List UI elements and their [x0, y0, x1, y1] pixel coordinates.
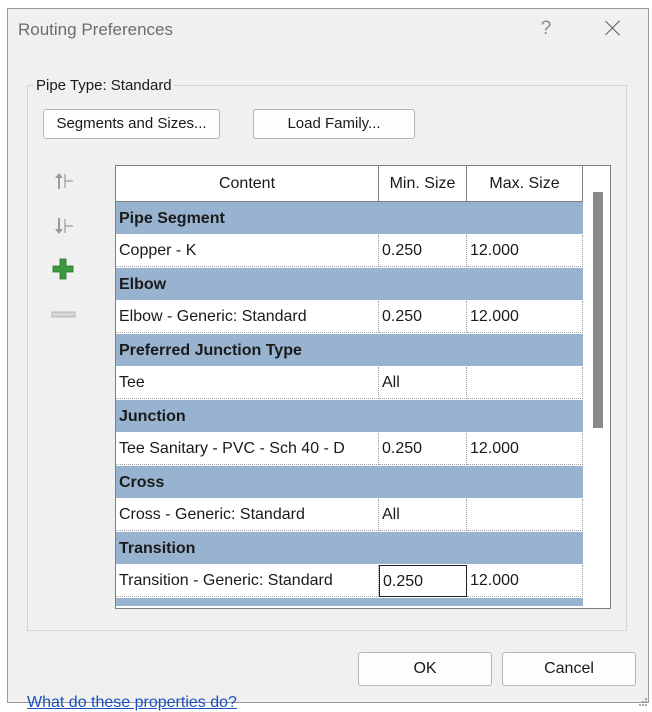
min-size-cell[interactable]: 0.250 [379, 301, 467, 333]
help-link[interactable]: What do these properties do? [27, 694, 237, 712]
min-size-cell-editing[interactable]: 0.250 [379, 565, 467, 597]
table-body: Pipe Segment Copper - K 0.250 12.000 Elb… [116, 202, 583, 606]
table-row[interactable]: Copper - K 0.250 12.000 [116, 235, 583, 268]
add-row-icon[interactable] [50, 257, 78, 281]
table-header: Content Min. Size Max. Size [116, 166, 583, 202]
group-header-preferred-junction-type: Preferred Junction Type [116, 334, 583, 367]
resize-grip-icon[interactable] [636, 695, 648, 707]
move-up-icon[interactable] [50, 169, 78, 193]
group-header-partial [116, 598, 583, 606]
max-size-cell[interactable]: 12.000 [467, 301, 583, 333]
group-header-pipe-segment: Pipe Segment [116, 202, 583, 235]
group-header-elbow: Elbow [116, 268, 583, 301]
remove-row-icon[interactable] [50, 303, 78, 327]
move-down-icon[interactable] [50, 214, 78, 238]
load-family-button[interactable]: Load Family... [253, 109, 415, 139]
group-header-junction: Junction [116, 400, 583, 433]
segments-and-sizes-button[interactable]: Segments and Sizes... [43, 109, 220, 139]
content-cell[interactable]: Cross - Generic: Standard [116, 499, 379, 531]
group-header-cross: Cross [116, 466, 583, 499]
max-size-cell[interactable]: 12.000 [467, 235, 583, 267]
content-cell[interactable]: Copper - K [116, 235, 379, 267]
close-icon[interactable] [600, 15, 626, 41]
content-cell[interactable]: Elbow - Generic: Standard [116, 301, 379, 333]
min-size-cell[interactable]: All [379, 367, 467, 399]
pipe-type-label: Pipe Type: Standard [34, 77, 174, 94]
table-row[interactable]: Tee All [116, 367, 583, 400]
dialog-title: Routing Preferences [18, 20, 173, 39]
table-row[interactable]: Tee Sanitary - PVC - Sch 40 - D 0.250 12… [116, 433, 583, 466]
content-cell[interactable]: Tee Sanitary - PVC - Sch 40 - D [116, 433, 379, 465]
column-header-content[interactable]: Content [116, 166, 379, 201]
content-cell[interactable]: Transition - Generic: Standard [116, 565, 379, 597]
title-bar: Routing Preferences ? [8, 9, 648, 51]
min-size-cell[interactable]: 0.250 [379, 433, 467, 465]
max-size-cell[interactable]: 12.000 [467, 565, 583, 597]
help-button[interactable]: ? [536, 18, 556, 40]
table-row[interactable]: Transition - Generic: Standard 0.250 12.… [116, 565, 583, 598]
max-size-cell[interactable] [467, 367, 583, 399]
max-size-cell[interactable] [467, 499, 583, 531]
column-header-max-size[interactable]: Max. Size [467, 166, 583, 201]
group-header-transition: Transition [116, 532, 583, 565]
cancel-button[interactable]: Cancel [502, 652, 636, 686]
column-header-min-size[interactable]: Min. Size [379, 166, 467, 201]
routing-preferences-dialog: Routing Preferences ? Pipe Type: Standar… [7, 8, 649, 706]
min-size-cell[interactable]: 0.250 [379, 235, 467, 267]
scrollbar-thumb[interactable] [593, 192, 603, 428]
max-size-cell[interactable]: 12.000 [467, 433, 583, 465]
table-row[interactable]: Elbow - Generic: Standard 0.250 12.000 [116, 301, 583, 334]
min-size-cell[interactable]: All [379, 499, 467, 531]
ok-button[interactable]: OK [358, 652, 492, 686]
content-cell[interactable]: Tee [116, 367, 379, 399]
table-row[interactable]: Cross - Generic: Standard All [116, 499, 583, 532]
routing-table: Content Min. Size Max. Size Pipe Segment… [115, 165, 611, 609]
